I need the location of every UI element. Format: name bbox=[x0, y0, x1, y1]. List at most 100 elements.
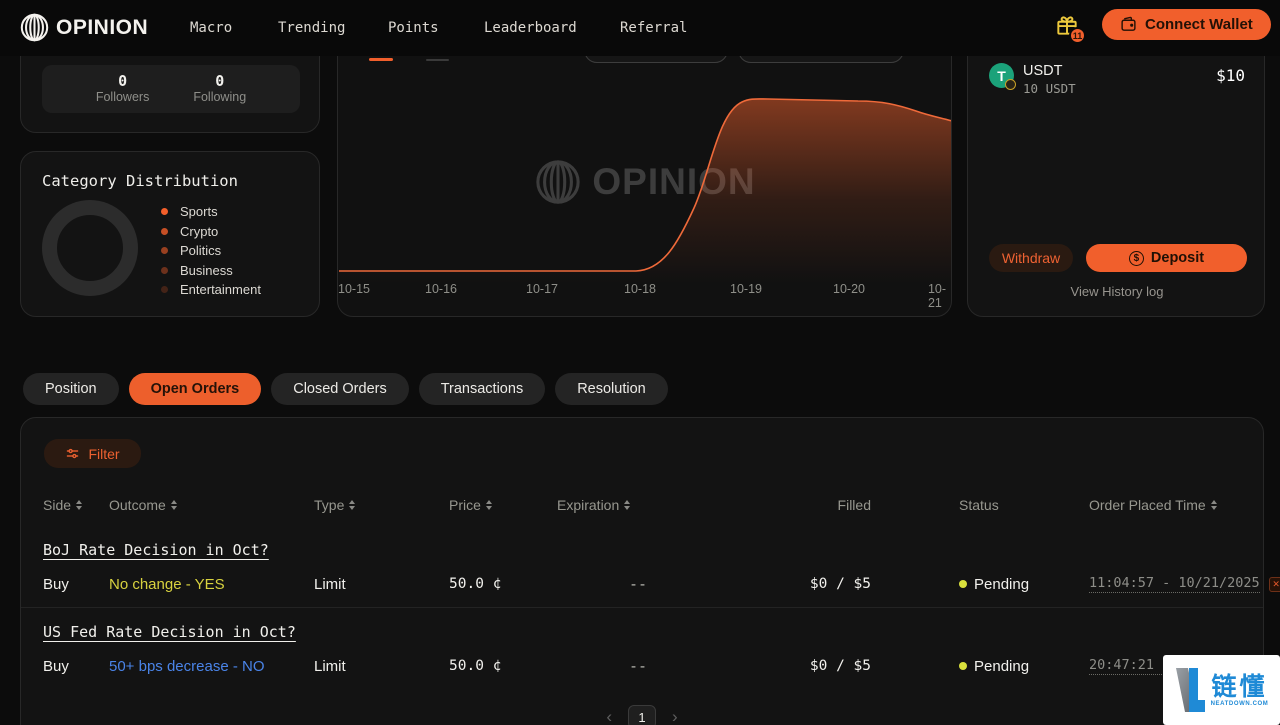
row-divider bbox=[21, 607, 1263, 608]
view-history-link[interactable]: View History log bbox=[968, 284, 1266, 299]
legend-item-politics: Politics bbox=[161, 241, 261, 261]
order-filled: $0 / $5 bbox=[809, 576, 871, 592]
legend-dot-icon bbox=[161, 227, 168, 235]
order-outcome: 50+ bps decrease - NO bbox=[109, 657, 265, 675]
token-usd-value: $10 bbox=[1216, 66, 1245, 85]
col-filled: Filled bbox=[837, 497, 871, 513]
x-tick: 10-15 bbox=[338, 282, 370, 296]
x-tick: 10-19 bbox=[730, 282, 762, 296]
legend-item-crypto: Crypto bbox=[161, 222, 261, 242]
opinion-logo[interactable]: OPINION bbox=[20, 13, 148, 42]
pagination: ‹ 1 › bbox=[21, 705, 1263, 725]
order-placed-time: 11:04:57 - 10/21/2025 bbox=[1089, 575, 1260, 593]
watermark-cn-text: 链懂 bbox=[1211, 672, 1268, 701]
tab-transactions[interactable]: Transactions bbox=[418, 373, 546, 405]
nav-item-leaderboard[interactable]: Leaderboard bbox=[484, 0, 577, 56]
nav-item-referral[interactable]: Referral bbox=[620, 0, 687, 56]
sort-icon bbox=[349, 500, 356, 510]
gift-badge-count: 11 bbox=[1069, 27, 1086, 44]
orders-tab-bar: Position Open Orders Closed Orders Trans… bbox=[23, 373, 668, 405]
deposit-button[interactable]: $ Deposit bbox=[1086, 244, 1247, 272]
category-donut-chart bbox=[42, 200, 138, 296]
category-title: Category Distribution bbox=[42, 172, 238, 190]
sort-icon bbox=[485, 500, 492, 510]
order-type: Limit bbox=[314, 575, 346, 593]
col-status: Status bbox=[959, 497, 999, 513]
prev-page-chevron-icon[interactable]: ‹ bbox=[606, 707, 612, 725]
chart-x-axis: 10-15 10-16 10-17 10-18 10-19 10-20 10-2… bbox=[338, 282, 951, 310]
neatdown-watermark: 链懂 NEATDOWN.COM bbox=[1163, 655, 1280, 725]
legend-item-sports: Sports bbox=[161, 202, 261, 222]
orders-header-row: Side Outcome Type Price Expiration Fille… bbox=[21, 495, 1263, 515]
neatdown-logo-icon bbox=[1175, 668, 1205, 712]
follow-stats: 0 Followers 0 Following bbox=[42, 65, 300, 113]
nav-item-macro[interactable]: Macro bbox=[190, 0, 232, 56]
order-row: Buy 50+ bps decrease - NO Limit 50.0 ¢ -… bbox=[21, 643, 1280, 689]
order-expiration: -- bbox=[629, 657, 648, 675]
col-expiration[interactable]: Expiration bbox=[557, 497, 757, 513]
nav-item-trending[interactable]: Trending bbox=[278, 0, 345, 56]
next-page-chevron-icon[interactable]: › bbox=[672, 707, 678, 725]
token-name: USDT bbox=[1023, 63, 1063, 79]
token-amount: 10 USDT bbox=[1023, 81, 1076, 96]
tab-resolution[interactable]: Resolution bbox=[555, 373, 668, 405]
x-tick: 10-17 bbox=[526, 282, 558, 296]
order-side: Buy bbox=[43, 657, 69, 675]
wallet-icon bbox=[1121, 16, 1136, 31]
order-expiration: -- bbox=[629, 575, 648, 593]
market-title-link[interactable]: BoJ Rate Decision in Oct? bbox=[43, 541, 1241, 561]
category-distribution-card: Category Distribution Sports Crypto Poli… bbox=[20, 151, 320, 317]
sort-icon bbox=[1210, 500, 1217, 510]
followers-label: Followers bbox=[95, 90, 150, 104]
x-tick: 10-20 bbox=[833, 282, 865, 296]
connect-wallet-label: Connect Wallet bbox=[1145, 16, 1253, 33]
nav-item-points[interactable]: Points bbox=[388, 0, 439, 56]
order-type: Limit bbox=[314, 657, 346, 675]
followers-count: 0 bbox=[118, 72, 128, 90]
x-tick: 10-18 bbox=[624, 282, 656, 296]
deposit-label: Deposit bbox=[1150, 250, 1205, 266]
opinion-globe-icon bbox=[20, 13, 49, 42]
col-price[interactable]: Price bbox=[449, 497, 557, 513]
price-line-chart bbox=[339, 98, 951, 283]
col-side[interactable]: Side bbox=[43, 497, 109, 513]
withdraw-button[interactable]: Withdraw bbox=[989, 244, 1073, 272]
pending-dot-icon bbox=[959, 580, 967, 588]
legend-dot-icon bbox=[161, 208, 168, 216]
order-status: Pending bbox=[871, 576, 1056, 593]
order-price: 50.0 ¢ bbox=[449, 576, 502, 592]
legend-dot-icon bbox=[161, 247, 168, 255]
market-title-link[interactable]: US Fed Rate Decision in Oct? bbox=[43, 623, 1241, 643]
open-orders-panel: Filter Side Outcome Type Price Expiratio… bbox=[20, 417, 1280, 725]
filter-button[interactable]: Filter bbox=[44, 439, 141, 468]
legend-dot-icon bbox=[161, 266, 168, 274]
logo-text: OPINION bbox=[56, 15, 149, 39]
category-legend: Sports Crypto Politics Business Entertai… bbox=[161, 202, 261, 300]
col-outcome[interactable]: Outcome bbox=[109, 497, 314, 513]
cancel-order-button[interactable]: ✕ bbox=[1268, 576, 1280, 592]
legend-item-business: Business bbox=[161, 261, 261, 281]
col-order-placed-time[interactable]: Order Placed Time bbox=[1056, 497, 1241, 513]
order-status: Pending bbox=[871, 658, 1056, 675]
order-side: Buy bbox=[43, 575, 69, 593]
col-type[interactable]: Type bbox=[314, 497, 449, 513]
tab-position[interactable]: Position bbox=[23, 373, 119, 405]
tab-open-orders[interactable]: Open Orders bbox=[128, 373, 262, 405]
order-filled: $0 / $5 bbox=[809, 658, 871, 674]
order-row: Buy No change - YES Limit 50.0 ¢ -- $0 /… bbox=[21, 561, 1280, 607]
chain-badge-icon bbox=[1005, 79, 1016, 90]
dollar-circle-icon: $ bbox=[1128, 250, 1144, 266]
page-number-button[interactable]: 1 bbox=[628, 705, 656, 725]
order-price: 50.0 ¢ bbox=[449, 658, 502, 674]
following-label: Following bbox=[193, 90, 247, 104]
filter-sliders-icon bbox=[67, 448, 79, 459]
sort-icon bbox=[170, 500, 177, 510]
tab-closed-orders[interactable]: Closed Orders bbox=[271, 373, 409, 405]
rewards-gift-button[interactable]: 11 bbox=[1054, 12, 1088, 46]
pending-dot-icon bbox=[959, 662, 967, 670]
x-tick: 10-16 bbox=[425, 282, 457, 296]
legend-dot-icon bbox=[161, 286, 168, 294]
x-tick: 10-21 bbox=[927, 282, 947, 310]
filter-label: Filter bbox=[88, 445, 120, 462]
connect-wallet-button[interactable]: Connect Wallet bbox=[1102, 9, 1271, 40]
